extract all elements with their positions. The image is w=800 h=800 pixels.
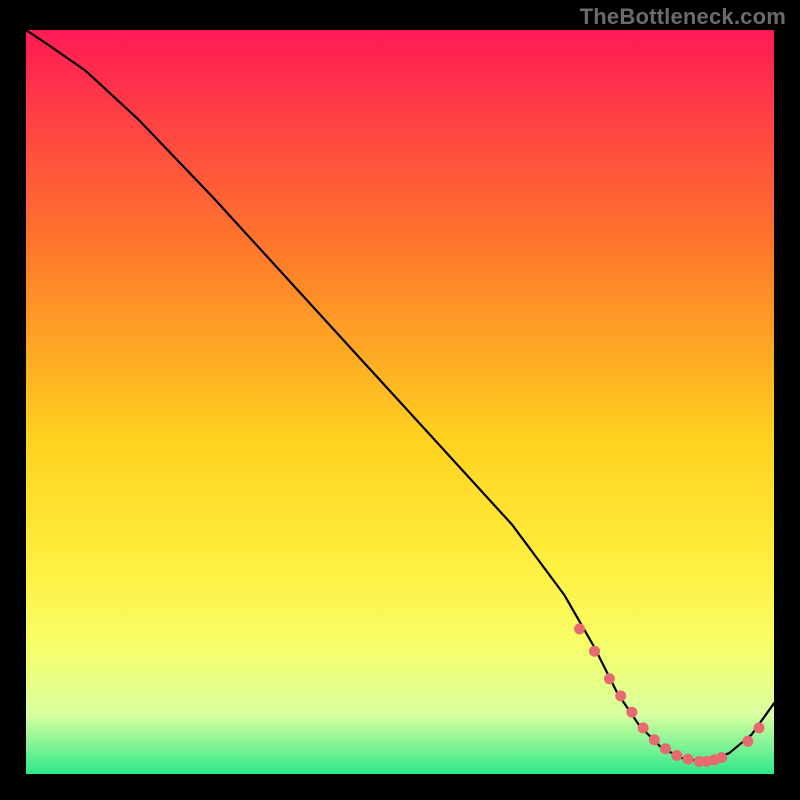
marker-dot	[683, 754, 694, 765]
marker-dot	[660, 743, 671, 754]
marker-dot	[604, 673, 615, 684]
marker-dot	[716, 752, 727, 763]
marker-dot	[742, 736, 753, 747]
marker-dot	[649, 734, 660, 745]
chart-stage: TheBottleneck.com	[0, 0, 800, 800]
marker-dot	[615, 690, 626, 701]
marker-dot	[638, 722, 649, 733]
bottleneck-chart	[0, 0, 800, 800]
marker-dot	[574, 623, 585, 634]
marker-dot	[754, 722, 765, 733]
watermark-text: TheBottleneck.com	[580, 4, 786, 30]
marker-dot	[671, 750, 682, 761]
marker-dot	[626, 707, 637, 718]
marker-dot	[589, 646, 600, 657]
